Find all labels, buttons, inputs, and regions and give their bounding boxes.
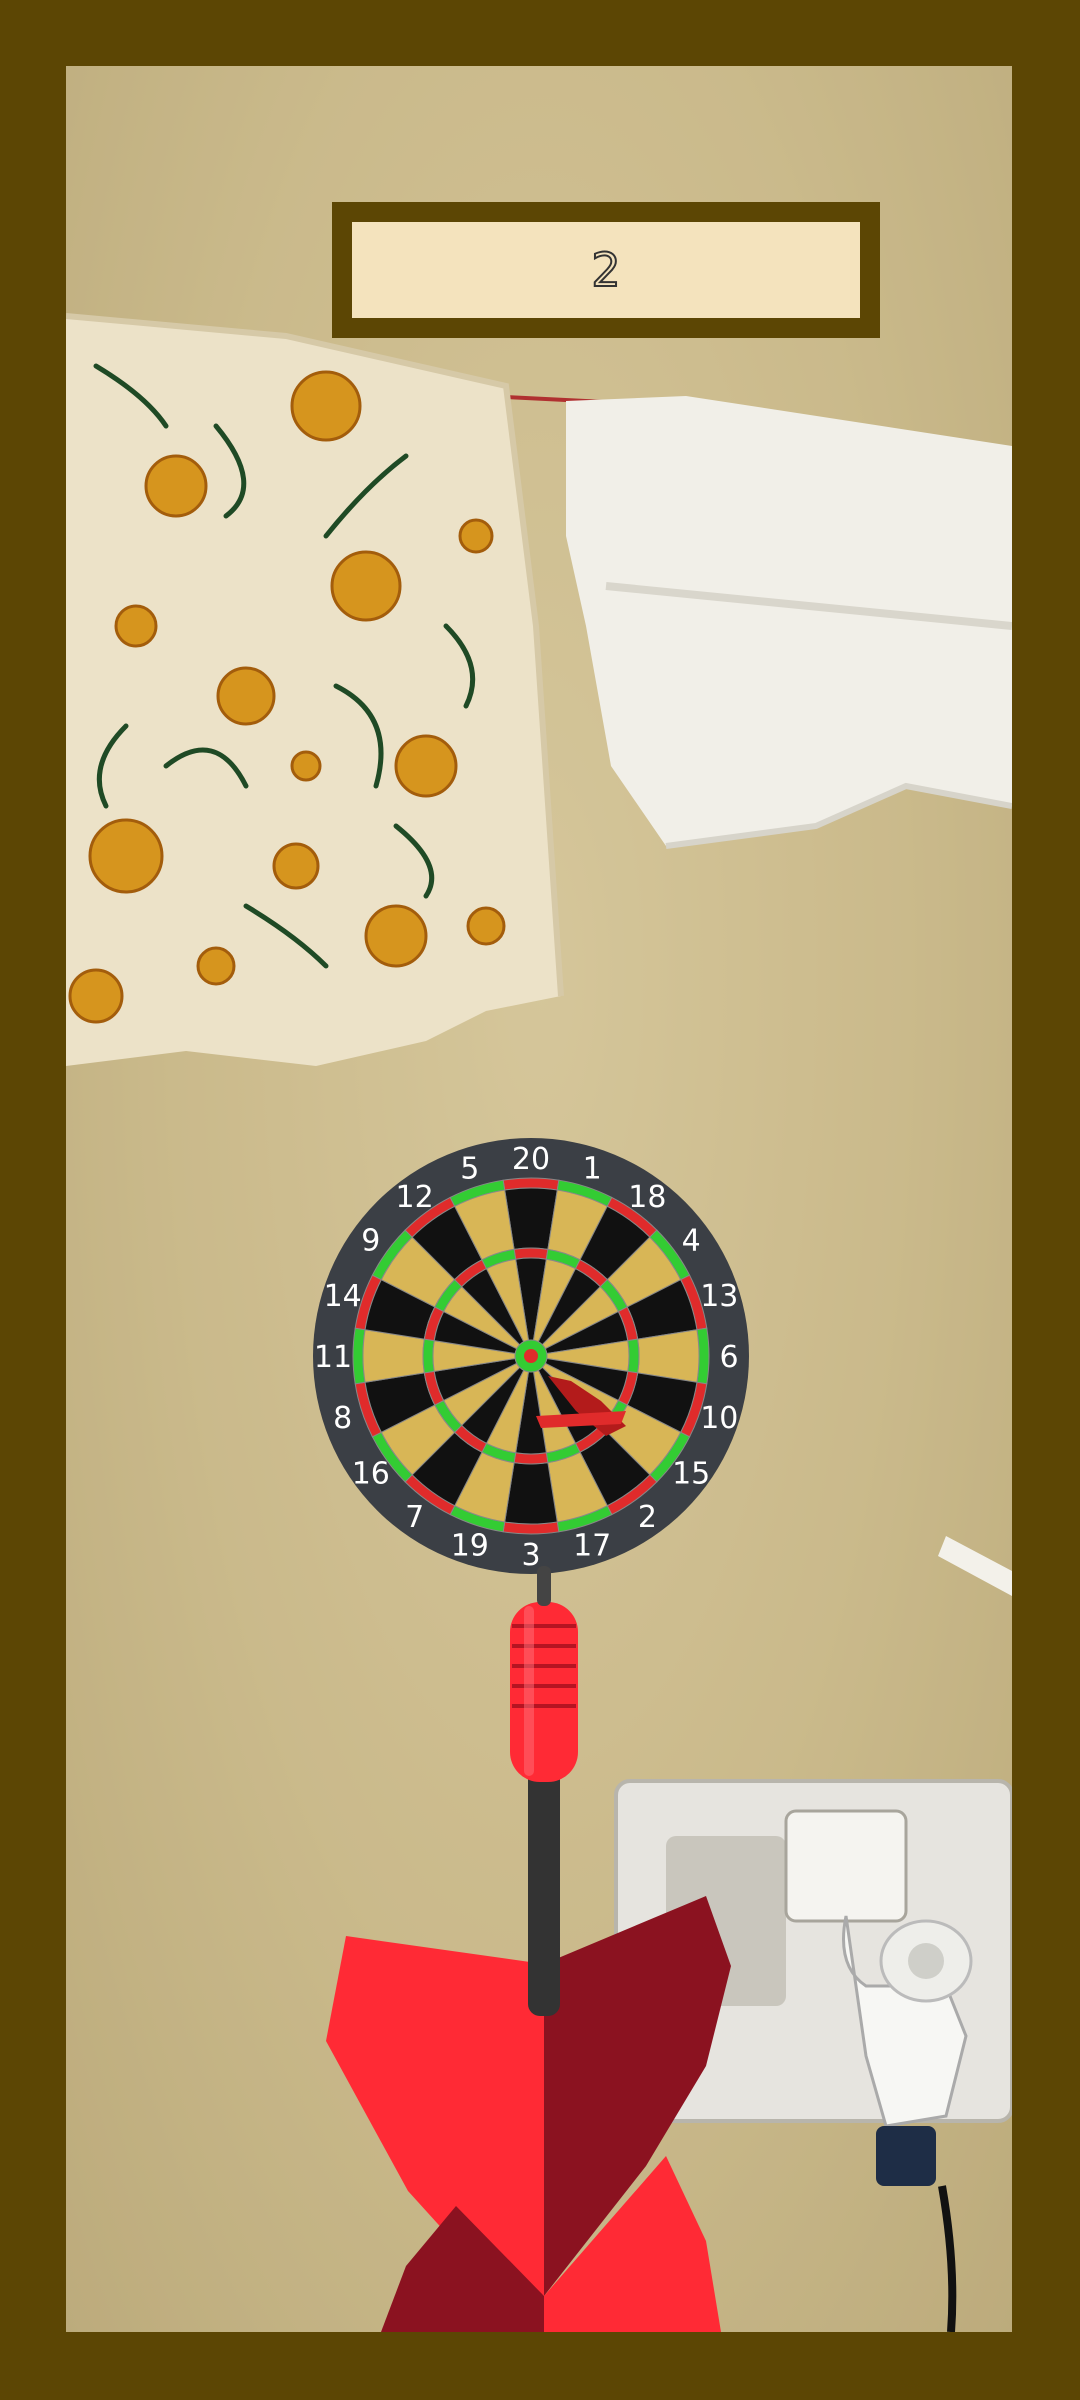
- dartboard-number: 5: [460, 1152, 479, 1187]
- dartboard-number: 15: [672, 1456, 710, 1491]
- dartboard-number: 6: [719, 1340, 738, 1375]
- dartboard-number: 11: [314, 1340, 352, 1375]
- dartboard-number: 4: [682, 1224, 701, 1259]
- dartboard-number: 8: [333, 1401, 352, 1436]
- dartboard-number: 17: [573, 1528, 611, 1563]
- dartboard-number: 2: [638, 1500, 657, 1535]
- dart-barrel: [510, 1602, 578, 1782]
- dartboard-number: 16: [352, 1456, 390, 1491]
- dartboard-number: 18: [628, 1180, 666, 1215]
- dartboard-number: 19: [451, 1528, 489, 1563]
- bullseye: [524, 1349, 538, 1363]
- dartboard-number: 14: [324, 1279, 362, 1314]
- dartboard-number: 1: [583, 1152, 602, 1187]
- game-layer: 20 1 18 4 13 6 10 15 2 17 3 19 7 168 11 14 9 12 5: [313, 1138, 749, 2332]
- dart-tip: [537, 1566, 551, 1606]
- dart-shaft: [528, 1756, 560, 2016]
- dartboard-number: 10: [700, 1401, 738, 1436]
- dartboard[interactable]: 20 1 18 4 13 6 10 15 2 17 3 19 7 168 11 14 9 12 5: [313, 1138, 749, 1574]
- dartboard-number: 7: [405, 1500, 424, 1535]
- dartboard-number: 20: [512, 1142, 550, 1177]
- dartboard-number: 13: [700, 1279, 738, 1314]
- dart[interactable]: [326, 1566, 731, 2332]
- dartboard-number: 3: [521, 1538, 540, 1573]
- camera-view[interactable]: 2 20 1 18 4 13 6 10 15 2 17 3 19 7 16 8 11 14 9 12 5: [66, 66, 1012, 2332]
- dartboard-number: 12: [396, 1180, 434, 1215]
- dartboard-number: 9: [361, 1224, 380, 1259]
